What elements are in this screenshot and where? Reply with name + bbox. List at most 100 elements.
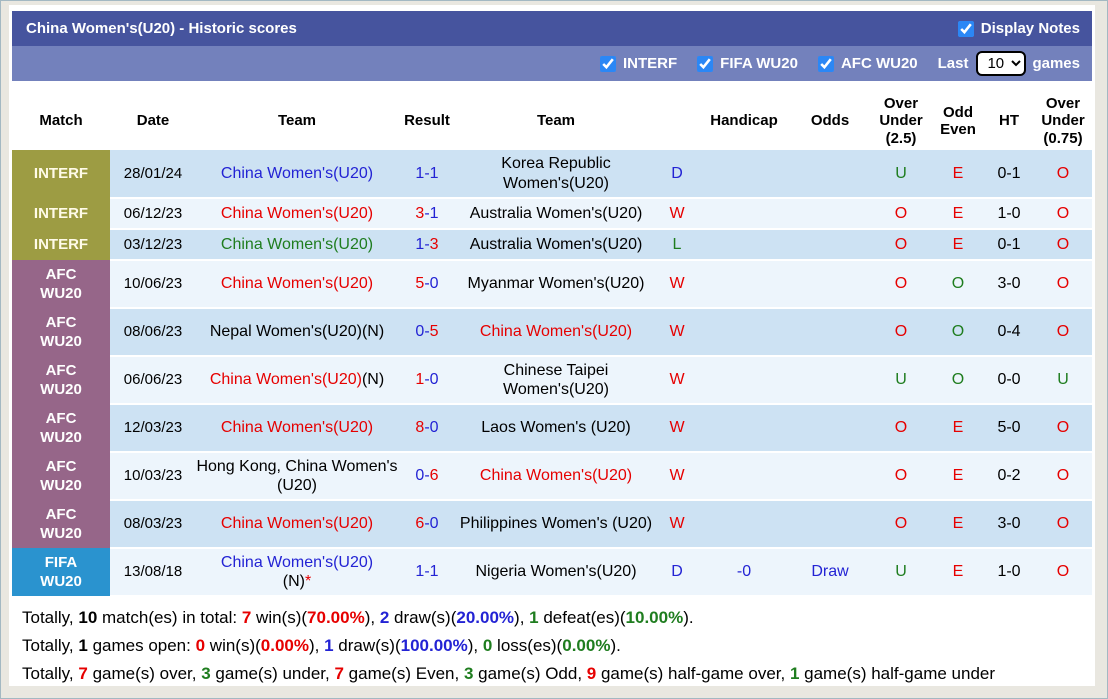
games-label: games xyxy=(1032,55,1080,72)
totals-value: 1 xyxy=(324,636,334,655)
column-header: Odd Even xyxy=(932,92,984,150)
odd-even-cell: O xyxy=(932,260,984,309)
column-header: Over Under (2.5) xyxy=(870,92,932,150)
away-team: Myanmar Women's(U20) xyxy=(456,260,656,309)
totals-line: Totally, 1 games open: 0 win(s)(0.00%), … xyxy=(22,632,1092,660)
handicap-cell xyxy=(698,500,790,549)
column-header: Team xyxy=(196,92,398,150)
display-notes-toggle[interactable]: Display Notes xyxy=(957,20,1080,37)
away-team-name: Australia Women's(U20) xyxy=(469,235,643,253)
totals-value: 1 xyxy=(789,664,800,683)
totals-value: 10 xyxy=(78,608,98,627)
match-date: 08/03/23 xyxy=(110,500,196,549)
totals-value: 7 xyxy=(334,664,344,683)
wdl-cell: W xyxy=(656,500,698,549)
page-frame: China Women's(U20) - Historic scores Dis… xyxy=(0,0,1108,699)
totals-line: Totally, 7 game(s) over, 3 game(s) under… xyxy=(22,660,1092,686)
totals-value: 70.00% xyxy=(307,608,365,627)
totals-value: 0.00% xyxy=(260,636,309,655)
filter-checkbox[interactable] xyxy=(599,55,616,72)
match-result: 8-0 xyxy=(398,404,456,453)
handicap-cell xyxy=(698,260,790,309)
filter-toggle-afc-wu20[interactable]: AFC WU20 xyxy=(817,55,918,72)
odd-even-cell: E xyxy=(932,150,984,199)
content-card: China Women's(U20) - Historic scores Dis… xyxy=(9,5,1095,686)
home-score: 3 xyxy=(415,204,425,222)
home-team: Hong Kong, China Women's (U20) xyxy=(196,452,398,501)
table-row: AFC WU20 10/03/23 Hong Kong, China Women's… xyxy=(12,452,1092,501)
odds-cell: Draw xyxy=(790,548,870,597)
odd-even-cell: E xyxy=(932,229,984,261)
display-notes-checkbox[interactable] xyxy=(957,20,974,37)
home-score: 0 xyxy=(415,467,425,485)
wdl-cell: W xyxy=(656,198,698,230)
totals-value: 3 xyxy=(201,664,211,683)
away-score: 1 xyxy=(429,563,439,581)
odds-cell xyxy=(790,404,870,453)
filter-bar: INTERF FIFA WU20 AFC WU20 Last 10 games xyxy=(12,46,1092,81)
league-badge: AFC WU20 xyxy=(12,452,110,500)
games-count-select[interactable]: 10 xyxy=(976,51,1027,76)
away-team: Australia Women's(U20) xyxy=(456,229,656,261)
over-under-075-cell: O xyxy=(1034,260,1092,309)
totals-value: 2 xyxy=(379,608,390,627)
home-team: China Women's(U20) (N)* xyxy=(196,548,398,597)
table-row: AFC WU20 08/03/23 China Women's(U20) 6-0 Phi… xyxy=(12,500,1092,549)
note-asterisk: * xyxy=(304,573,312,590)
neutral-ground-tag: (N) xyxy=(361,371,385,389)
totals-text: game(s) Even, xyxy=(343,664,464,683)
column-header: Result xyxy=(398,92,456,150)
over-under-25-cell: O xyxy=(870,260,932,309)
handicap-cell xyxy=(698,229,790,261)
away-score: 0 xyxy=(429,515,439,533)
ht-cell: 5-0 xyxy=(984,404,1034,453)
away-team: Korea Republic Women's(U20) xyxy=(456,150,656,199)
away-team-name: Philippines Women's (U20) xyxy=(459,515,653,533)
totals-text: draw(s)( xyxy=(333,636,401,655)
over-under-25-cell: U xyxy=(870,548,932,597)
filter-checkbox[interactable] xyxy=(817,55,834,72)
table-row: AFC WU20 08/06/23 Nepal Women's(U20)(N) 0-5… xyxy=(12,308,1092,357)
home-score: 0 xyxy=(415,323,425,341)
home-team-name: China Women's(U20) xyxy=(220,235,374,253)
totals-text: ). xyxy=(610,636,621,655)
last-label: Last xyxy=(937,55,969,72)
totals-text: game(s) Odd, xyxy=(473,664,587,683)
away-score: 1 xyxy=(429,164,439,182)
ht-cell: 1-0 xyxy=(984,198,1034,230)
wdl-cell: D xyxy=(656,150,698,199)
home-team-name: China Women's(U20) xyxy=(220,419,374,437)
over-under-25-cell: O xyxy=(870,404,932,453)
match-date: 13/08/18 xyxy=(110,548,196,597)
over-under-25-cell: O xyxy=(870,452,932,501)
home-team-name: China Women's(U20) xyxy=(220,553,374,571)
away-score: 1 xyxy=(429,204,439,222)
ht-cell: 0-1 xyxy=(984,229,1034,261)
totals-text: win(s)( xyxy=(251,608,308,627)
handicap-cell xyxy=(698,452,790,501)
ht-cell: 3-0 xyxy=(984,260,1034,309)
over-under-25-cell: U xyxy=(870,150,932,199)
ht-cell: 1-0 xyxy=(984,548,1034,597)
match-date: 06/06/23 xyxy=(110,356,196,405)
odds-cell xyxy=(790,356,870,405)
league-badge: INTERF xyxy=(12,229,110,260)
home-team: China Women's(U20) xyxy=(196,500,398,549)
home-team-name: Nepal Women's(U20)(N) xyxy=(209,323,385,341)
odd-even-cell: E xyxy=(932,198,984,230)
home-score: 8 xyxy=(415,419,425,437)
filter-toggle-interf[interactable]: INTERF xyxy=(599,55,677,72)
odds-cell xyxy=(790,452,870,501)
filter-label: FIFA WU20 xyxy=(720,55,798,72)
odds-cell xyxy=(790,150,870,199)
wdl-cell: W xyxy=(656,308,698,357)
wdl-cell: W xyxy=(656,260,698,309)
odds-cell xyxy=(790,260,870,309)
filter-toggle-fifa-wu20[interactable]: FIFA WU20 xyxy=(697,55,798,72)
totals-value: 20.00% xyxy=(456,608,515,627)
wdl-cell: W xyxy=(656,404,698,453)
away-team-name: Chinese Taipei Women's(U20) xyxy=(503,361,609,398)
match-date: 12/03/23 xyxy=(110,404,196,453)
filter-checkbox[interactable] xyxy=(697,55,714,72)
table-row: AFC WU20 10/06/23 China Women's(U20) 5-0 Mya… xyxy=(12,260,1092,309)
